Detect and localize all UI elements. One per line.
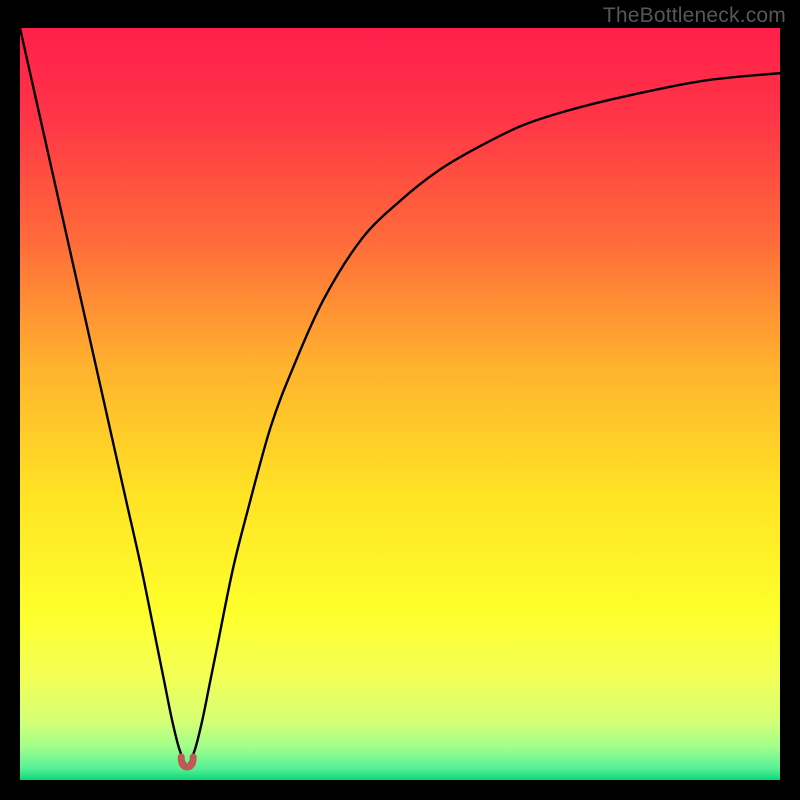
chart-stage: TheBottleneck.com: [0, 0, 800, 800]
bottleneck-chart: [0, 0, 800, 800]
gradient-background: [20, 28, 780, 780]
watermark-text: TheBottleneck.com: [603, 4, 786, 28]
